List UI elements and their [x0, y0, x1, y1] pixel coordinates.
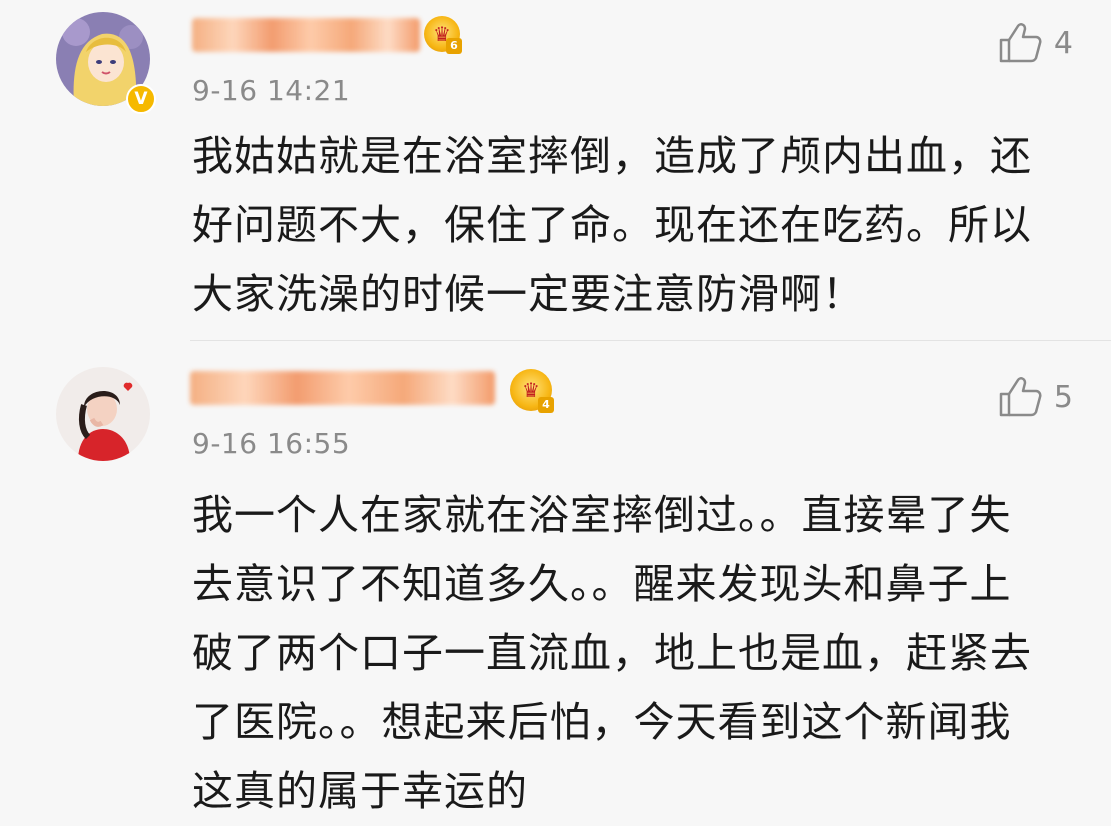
like-button[interactable]: 5	[998, 376, 1073, 418]
comment-time: 9-16 14:21	[192, 74, 351, 107]
thumbs-up-icon	[999, 23, 1042, 63]
comment-time: 9-16 16:55	[192, 427, 351, 460]
verified-badge-icon: V	[126, 84, 156, 114]
like-button[interactable]: 4	[998, 22, 1073, 64]
username-redacted[interactable]	[192, 18, 420, 52]
username-redacted[interactable]	[190, 371, 495, 405]
comment-item[interactable]: ♛ 4 9-16 16:55 5 我一个人在家就在浴室摔倒过。。直接晕了失 去意识…	[0, 341, 1111, 815]
crown-icon[interactable]: ♛ 4	[510, 369, 554, 413]
crown-icon[interactable]: ♛ 6	[424, 16, 462, 54]
comment-text: 我姑姑就是在浴室摔倒，造成了颅内出血，还 好问题不大，保住了命。现在还在吃药。所…	[192, 132, 1032, 318]
avatar[interactable]	[56, 367, 150, 461]
comment-text: 我一个人在家就在浴室摔倒过。。直接晕了失 去意识了不知道多久。。醒来发现头和鼻子…	[192, 491, 1032, 815]
comment-item[interactable]: V ♛ 6 9-16 14:21 4 我姑姑就是在浴室摔倒，造成了颅内出血，还 好…	[0, 0, 1111, 340]
member-level-badge: 6	[446, 38, 462, 54]
member-level-badge: 4	[538, 397, 554, 413]
like-count: 5	[1053, 379, 1073, 415]
like-count: 4	[1053, 25, 1073, 61]
thumbs-up-icon	[999, 377, 1042, 417]
